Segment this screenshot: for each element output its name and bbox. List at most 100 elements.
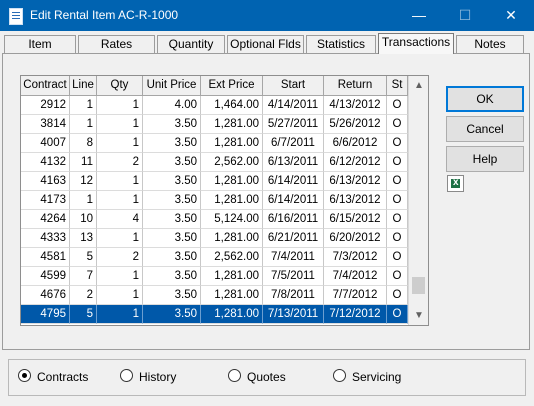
cell-status: O — [387, 96, 408, 115]
close-button[interactable]: ✕ — [488, 0, 534, 31]
col-header-unit-price[interactable]: Unit Price — [143, 76, 201, 95]
cell-start: 7/13/2011 — [263, 305, 324, 324]
maximize-button[interactable]: ☐ — [442, 0, 488, 31]
table-header: Contract Line Qty Unit Price Ext Price S… — [21, 76, 428, 96]
radio-contracts-label: Contracts — [37, 370, 89, 384]
cell-status: O — [387, 229, 408, 248]
table-row[interactable]: 4333 13 1 3.50 1,281.00 6/21/2011 6/20/2012 O — [21, 229, 408, 249]
tab-notes[interactable]: Notes — [456, 35, 524, 53]
cell-return: 7/3/2012 — [324, 248, 387, 267]
cell-qty: 2 — [97, 153, 143, 172]
cell-line: 2 — [70, 286, 97, 305]
table-row[interactable]: 2912 1 1 4.00 1,464.00 4/14/2011 4/13/2012 O — [21, 96, 408, 116]
cell-qty: 1 — [97, 286, 143, 305]
cell-start: 6/7/2011 — [263, 134, 324, 153]
radio-servicing-indicator[interactable] — [333, 369, 346, 382]
cell-ext-price: 2,562.00 — [201, 153, 263, 172]
cell-status: O — [387, 115, 408, 134]
col-header-start[interactable]: Start — [263, 76, 324, 95]
cell-unit-price: 3.50 — [143, 267, 201, 286]
cell-qty: 1 — [97, 134, 143, 153]
cell-start: 4/14/2011 — [263, 96, 324, 115]
cell-unit-price: 3.50 — [143, 229, 201, 248]
table-row[interactable]: 4007 8 1 3.50 1,281.00 6/7/2011 6/6/2012 O — [21, 134, 408, 154]
tab-rates[interactable]: Rates — [78, 35, 155, 53]
cell-start: 7/4/2011 — [263, 248, 324, 267]
cell-start: 6/13/2011 — [263, 153, 324, 172]
excel-export-icon[interactable] — [447, 175, 464, 192]
cell-status: O — [387, 191, 408, 210]
cell-unit-price: 3.50 — [143, 134, 201, 153]
radio-quotes[interactable]: Quotes — [228, 369, 286, 385]
col-header-contract[interactable]: Contract — [21, 76, 70, 95]
cell-qty: 1 — [97, 115, 143, 134]
scroll-thumb[interactable] — [412, 277, 425, 295]
table-row[interactable]: 4795 5 1 3.50 1,281.00 7/13/2011 7/12/2012 O — [21, 305, 408, 325]
cell-qty: 2 — [97, 248, 143, 267]
cell-ext-price: 1,281.00 — [201, 305, 263, 324]
table-row[interactable]: 4132 11 2 3.50 2,562.00 6/13/2011 6/12/2012 O — [21, 153, 408, 173]
table-row[interactable]: 4264 10 4 3.50 5,124.00 6/16/2011 6/15/2012 O — [21, 210, 408, 230]
table-row[interactable]: 4676 2 1 3.50 1,281.00 7/8/2011 7/7/2012 O — [21, 286, 408, 306]
radio-contracts-indicator[interactable] — [18, 369, 31, 382]
cell-return: 6/13/2012 — [324, 172, 387, 191]
cell-return: 4/13/2012 — [324, 96, 387, 115]
tab-statistics[interactable]: Statistics — [306, 35, 376, 53]
cell-return: 6/6/2012 — [324, 134, 387, 153]
radio-contracts[interactable]: Contracts — [18, 369, 88, 385]
cell-ext-price: 1,281.00 — [201, 115, 263, 134]
cell-contract: 2912 — [21, 96, 70, 115]
title-bar[interactable]: Edit Rental Item AC-R-1000 — ☐ ✕ — [0, 0, 534, 31]
cell-unit-price: 3.50 — [143, 191, 201, 210]
col-header-status[interactable]: St — [387, 76, 408, 95]
col-header-qty[interactable]: Qty — [97, 76, 143, 95]
cancel-button[interactable]: Cancel — [446, 116, 524, 142]
cell-unit-price: 3.50 — [143, 248, 201, 267]
table-row[interactable]: 3814 1 1 3.50 1,281.00 5/27/2011 5/26/2012 O — [21, 115, 408, 135]
cell-contract: 4173 — [21, 191, 70, 210]
tab-item[interactable]: Item — [4, 35, 76, 53]
cell-line: 11 — [70, 153, 97, 172]
cell-start: 5/27/2011 — [263, 115, 324, 134]
cell-qty: 1 — [97, 229, 143, 248]
col-header-ext-price[interactable]: Ext Price — [201, 76, 263, 95]
cell-contract: 4676 — [21, 286, 70, 305]
table-row[interactable]: 4581 5 2 3.50 2,562.00 7/4/2011 7/3/2012 O — [21, 248, 408, 268]
table-row[interactable]: 4163 12 1 3.50 1,281.00 6/14/2011 6/13/2012 O — [21, 172, 408, 192]
scroll-up-arrow-icon[interactable]: ▲ — [409, 76, 428, 95]
table-row[interactable]: 4599 7 1 3.50 1,281.00 7/5/2011 7/4/2012 O — [21, 267, 408, 287]
tab-quantity[interactable]: Quantity — [157, 35, 225, 53]
cell-return: 7/12/2012 — [324, 305, 387, 324]
transactions-table[interactable]: Contract Line Qty Unit Price Ext Price S… — [20, 75, 429, 326]
cell-status: O — [387, 248, 408, 267]
radio-quotes-label: Quotes — [247, 370, 286, 384]
cell-line: 8 — [70, 134, 97, 153]
help-button[interactable]: Help — [446, 146, 524, 172]
cell-status: O — [387, 134, 408, 153]
cell-contract: 4264 — [21, 210, 70, 229]
cell-return: 5/26/2012 — [324, 115, 387, 134]
cell-status: O — [387, 267, 408, 286]
cell-line: 5 — [70, 248, 97, 267]
tab-transactions[interactable]: Transactions — [378, 33, 454, 54]
cell-unit-price: 3.50 — [143, 115, 201, 134]
tab-optional-flds[interactable]: Optional Flds — [227, 35, 304, 53]
cell-return: 6/13/2012 — [324, 191, 387, 210]
cell-qty: 1 — [97, 172, 143, 191]
radio-servicing[interactable]: Servicing — [333, 369, 401, 385]
scroll-down-arrow-icon[interactable]: ▼ — [409, 306, 428, 325]
radio-quotes-indicator[interactable] — [228, 369, 241, 382]
col-header-line[interactable]: Line — [70, 76, 97, 95]
ok-button[interactable]: OK — [446, 86, 524, 112]
radio-history-indicator[interactable] — [120, 369, 133, 382]
cell-status: O — [387, 210, 408, 229]
vertical-scrollbar[interactable]: ▲ ▼ — [408, 76, 428, 325]
cell-unit-price: 3.50 — [143, 305, 201, 324]
radio-history[interactable]: History — [120, 369, 176, 385]
cell-ext-price: 1,281.00 — [201, 286, 263, 305]
cell-qty: 4 — [97, 210, 143, 229]
table-row[interactable]: 4173 1 1 3.50 1,281.00 6/14/2011 6/13/2012 O — [21, 191, 408, 211]
minimize-button[interactable]: — — [396, 0, 442, 31]
cell-ext-price: 1,281.00 — [201, 229, 263, 248]
col-header-return[interactable]: Return — [324, 76, 387, 95]
